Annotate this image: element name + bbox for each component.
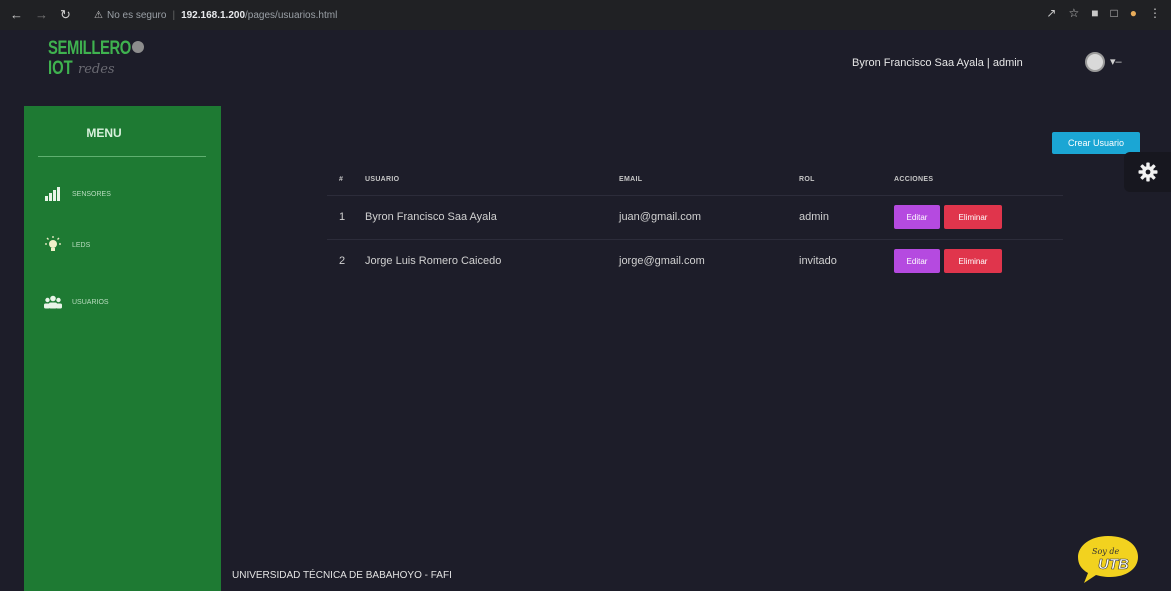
users-icon xyxy=(44,294,62,310)
sidebar-item-label: USUARIOS xyxy=(72,298,109,306)
cell-role: admin xyxy=(799,194,894,239)
address-separator: | xyxy=(172,9,176,21)
logo-line1: SEMILLERO xyxy=(48,38,131,59)
sidebar-item-label: SENSORES xyxy=(72,190,111,198)
table-row: 1 Byron Francisco Saa Ayala juan@gmail.c… xyxy=(327,194,1063,239)
cell-actions: Editar Eliminar xyxy=(894,238,1063,283)
cell-number: 1 xyxy=(327,194,365,239)
utb-badge-logo: Soy de UTB xyxy=(1076,533,1140,585)
star-icon[interactable]: ☆ xyxy=(1068,6,1079,20)
share-icon[interactable]: ↗ xyxy=(1046,6,1056,20)
table-header-row: # USUARIO EMAIL ROL ACCIONES xyxy=(327,165,1063,195)
sidebar-item-sensores[interactable]: SENSORES xyxy=(44,186,111,202)
reload-icon[interactable]: ↻ xyxy=(60,7,71,23)
cell-role: invitado xyxy=(799,238,894,283)
column-header-rol: ROL xyxy=(799,176,815,184)
url-host: 192.168.1.200 xyxy=(181,9,246,21)
table-row: 2 Jorge Luis Romero Caicedo jorge@gmail.… xyxy=(327,238,1063,283)
cell-number: 2 xyxy=(327,238,365,283)
user-dropdown-caret-icon[interactable]: ▾– xyxy=(1110,55,1122,68)
sidebar-title: MENU xyxy=(86,126,122,140)
security-label: No es seguro xyxy=(106,9,167,21)
sidebar-item-label: LEDS xyxy=(72,241,91,249)
edit-button[interactable]: Editar xyxy=(894,249,940,274)
footer-text: UNIVERSIDAD TÉCNICA DE BABAHOYO - FAFI xyxy=(232,570,452,581)
brand-logo[interactable]: SEMILLERO IOT redes xyxy=(48,38,158,88)
column-header-email: EMAIL xyxy=(619,176,643,184)
column-header-number: # xyxy=(339,176,344,184)
cell-email: juan@gmail.com xyxy=(619,194,799,239)
profile-icon[interactable]: ● xyxy=(1130,6,1137,20)
sidebar-divider xyxy=(38,156,206,157)
gear-icon xyxy=(1138,162,1157,182)
cell-email: jorge@gmail.com xyxy=(619,238,799,283)
logo-dot-icon xyxy=(132,41,144,53)
user-name: Byron Francisco Saa Ayala | admin xyxy=(852,57,1023,69)
avatar[interactable] xyxy=(1085,52,1105,72)
create-user-button[interactable]: Crear Usuario xyxy=(1052,132,1140,154)
address-bar[interactable]: ⚠ No es seguro | 192.168.1.200 /pages/us… xyxy=(94,5,986,25)
forward-icon[interactable]: → xyxy=(35,7,48,23)
cell-user: Byron Francisco Saa Ayala xyxy=(365,194,619,239)
browser-actions: ↗ ☆ ■ □ ● ⋮ xyxy=(1046,6,1161,20)
back-icon[interactable]: ← xyxy=(10,7,23,23)
svg-text:UTB: UTB xyxy=(1098,556,1129,573)
logo-line2: IOT xyxy=(48,58,73,79)
browser-nav: ← → ↻ xyxy=(0,7,71,23)
url-path: /pages/usuarios.html xyxy=(245,9,338,21)
delete-button[interactable]: Eliminar xyxy=(944,249,1002,274)
delete-button[interactable]: Eliminar xyxy=(944,205,1002,229)
browser-menu-icon[interactable]: ⋮ xyxy=(1149,6,1161,20)
warning-icon[interactable]: ⚠ xyxy=(94,10,103,21)
browser-toolbar: ← → ↻ ⚠ No es seguro | 192.168.1.200 /pa… xyxy=(0,0,1171,30)
column-header-usuario: USUARIO xyxy=(365,176,400,184)
sidebar-item-leds[interactable]: LEDS xyxy=(44,236,91,253)
extensions-icon[interactable]: ■ xyxy=(1091,6,1098,20)
edit-button[interactable]: Editar xyxy=(894,205,940,229)
column-header-acciones: ACCIONES xyxy=(894,176,934,184)
settings-tab[interactable] xyxy=(1124,152,1171,192)
signal-bars-icon xyxy=(44,186,62,202)
users-table: # USUARIO EMAIL ROL ACCIONES 1 Byron Fra… xyxy=(327,165,1063,283)
svg-text:Soy de: Soy de xyxy=(1092,547,1119,556)
logo-tagline: redes xyxy=(78,62,115,77)
sidebar-item-usuarios[interactable]: USUARIOS xyxy=(44,294,109,310)
cell-actions: Editar Eliminar xyxy=(894,194,1063,239)
sidepanel-icon[interactable]: □ xyxy=(1111,6,1118,20)
lightbulb-icon xyxy=(44,236,62,253)
cell-user: Jorge Luis Romero Caicedo xyxy=(365,238,619,283)
sidebar: MENU SENSORES LEDS USUARIOS xyxy=(24,106,221,591)
